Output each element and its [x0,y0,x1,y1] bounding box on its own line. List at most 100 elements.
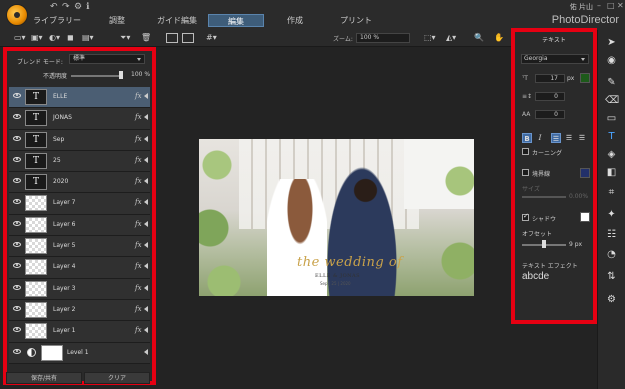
layer-row[interactable]: T JONAS fx [9,108,150,130]
expand-arrow-icon[interactable] [144,220,148,227]
layer-name[interactable]: Layer 2 [53,306,75,313]
layer-name[interactable]: Layer 5 [53,242,75,249]
tab-adjust[interactable]: 調整 [100,14,134,27]
border-checkbox[interactable] [522,169,529,176]
pan-hand-icon[interactable]: ✋ [494,33,504,43]
expand-arrow-icon[interactable] [144,305,148,312]
new-layer-icon[interactable]: ▭▾ [14,33,26,43]
close-icon[interactable]: ✕ [617,1,624,10]
bold-button[interactable]: B [522,133,532,143]
layer-thumbnail[interactable]: T [25,131,47,148]
crop-icon[interactable]: ⌗ [605,186,618,199]
eye-icon[interactable] [13,327,21,333]
layer-name[interactable]: 25 [53,157,61,164]
layer-name[interactable]: 2020 [53,178,68,185]
expand-arrow-icon[interactable] [144,348,148,355]
delete-icon[interactable]: 🗑 [141,33,151,43]
border-size-slider[interactable] [522,196,566,198]
layer-name[interactable]: Layer 1 [53,327,75,334]
eye-icon[interactable] [13,348,21,354]
layer-name[interactable]: Layer 3 [53,285,75,292]
layer-thumbnail[interactable] [25,301,47,318]
shadow-color-swatch[interactable] [580,212,590,222]
expand-arrow-icon[interactable] [144,178,148,185]
eye-icon[interactable] [13,178,21,184]
tab-edit[interactable]: 編集 [208,14,264,27]
eye-icon[interactable] [13,156,21,162]
brush-icon[interactable]: ✎ [605,76,618,89]
fx-icon[interactable]: fx [135,220,142,228]
border-color-swatch[interactable] [580,168,590,178]
layer-name[interactable]: Layer 7 [53,199,75,206]
fx-icon[interactable]: fx [135,262,142,270]
text-effect-sample[interactable]: abcde [522,271,556,285]
settings-icon[interactable]: ⚙ [605,293,618,306]
tab-guided-edit[interactable]: ガイド編集 [152,14,202,27]
undo-icon[interactable]: ↶ [50,2,58,12]
expand-arrow-icon[interactable] [144,93,148,99]
zoom-icon[interactable]: 🔍 [474,33,484,43]
opacity-slider[interactable] [71,75,121,77]
layer-row[interactable]: Layer 3 fx [9,278,150,300]
fx-icon[interactable]: fx [135,135,142,143]
layer-thumbnail[interactable] [25,259,47,276]
fx-icon[interactable]: fx [135,177,142,185]
eraser-icon[interactable]: ⌫ [605,94,619,107]
eye-icon[interactable] [13,242,21,248]
gradient-icon[interactable]: ◧ [605,166,618,179]
flip-rotate-icon[interactable]: ⇅ [605,270,618,283]
eye-icon[interactable] [13,263,21,269]
line-spacing-input[interactable]: 0 [535,92,565,101]
info-icon[interactable]: ℹ [86,2,89,12]
font-color-swatch[interactable] [580,73,590,83]
align-left-button[interactable]: ☰ [564,133,574,143]
photo-title-text[interactable]: the wedding of [297,255,403,270]
layer-row[interactable]: Level 1 [9,342,150,364]
eye-icon[interactable] [13,114,21,120]
clear-button[interactable]: クリア [84,372,150,384]
layer-row[interactable]: Layer 2 fx [9,299,150,322]
opacity-slider-thumb[interactable] [119,71,123,79]
expand-arrow-icon[interactable] [144,199,148,206]
expand-arrow-icon[interactable] [144,284,148,291]
expand-arrow-icon[interactable] [144,327,148,334]
levels-icon[interactable]: ◔ [605,248,618,261]
save-share-button[interactable]: 保存/共有 [6,372,82,384]
layer-row[interactable]: Layer 4 fx [9,257,150,279]
minimize-icon[interactable]: – [597,1,601,10]
fx-icon[interactable]: fx [135,92,142,100]
pointer-icon[interactable]: ➤ [605,36,618,49]
eye-icon[interactable] [13,305,21,311]
grid-icon[interactable]: #▾ [206,33,217,43]
layer-row[interactable]: Layer 7 fx [9,193,150,215]
eye-icon[interactable] [13,93,21,98]
layer-thumbnail[interactable]: T [25,89,47,105]
expand-arrow-icon[interactable] [144,242,148,249]
align-center-button[interactable]: ☰ [551,133,561,143]
layer-row[interactable]: T 2020 fx [9,172,150,194]
layer-thumbnail[interactable] [25,280,47,297]
fx-icon[interactable]: fx [135,113,142,121]
char-spacing-input[interactable]: 0 [535,110,565,119]
eye-icon[interactable] [13,284,21,290]
offset-slider-thumb[interactable] [542,240,546,248]
text-icon[interactable]: T [605,130,618,143]
layer-thumbnail[interactable]: T [25,152,47,169]
wedding-photo[interactable]: the wedding of ELLE & JONAS Sep | 25 | 2… [199,139,474,296]
expand-arrow-icon[interactable] [144,135,148,142]
layer-options-icon[interactable]: ▤▾ [82,33,94,43]
layer-row[interactable]: Layer 1 fx [9,321,150,343]
layer-row[interactable]: T 25 fx [9,150,150,173]
font-size-input[interactable]: 17 [535,74,565,83]
layer-name[interactable]: Sep [53,136,64,143]
fx-icon[interactable]: fx [135,241,142,249]
layer-name[interactable]: Level 1 [67,349,89,356]
layer-thumbnail[interactable] [25,323,47,340]
magic-wand-icon[interactable]: ✦ [605,208,618,221]
layer-thumbnail[interactable]: T [25,174,47,191]
view-original-icon[interactable] [166,33,178,43]
tab-library[interactable]: ライブラリー [32,14,82,27]
fx-icon[interactable]: fx [135,305,142,313]
redo-icon[interactable]: ↷ [62,2,70,12]
fx-icon[interactable]: fx [135,326,142,334]
